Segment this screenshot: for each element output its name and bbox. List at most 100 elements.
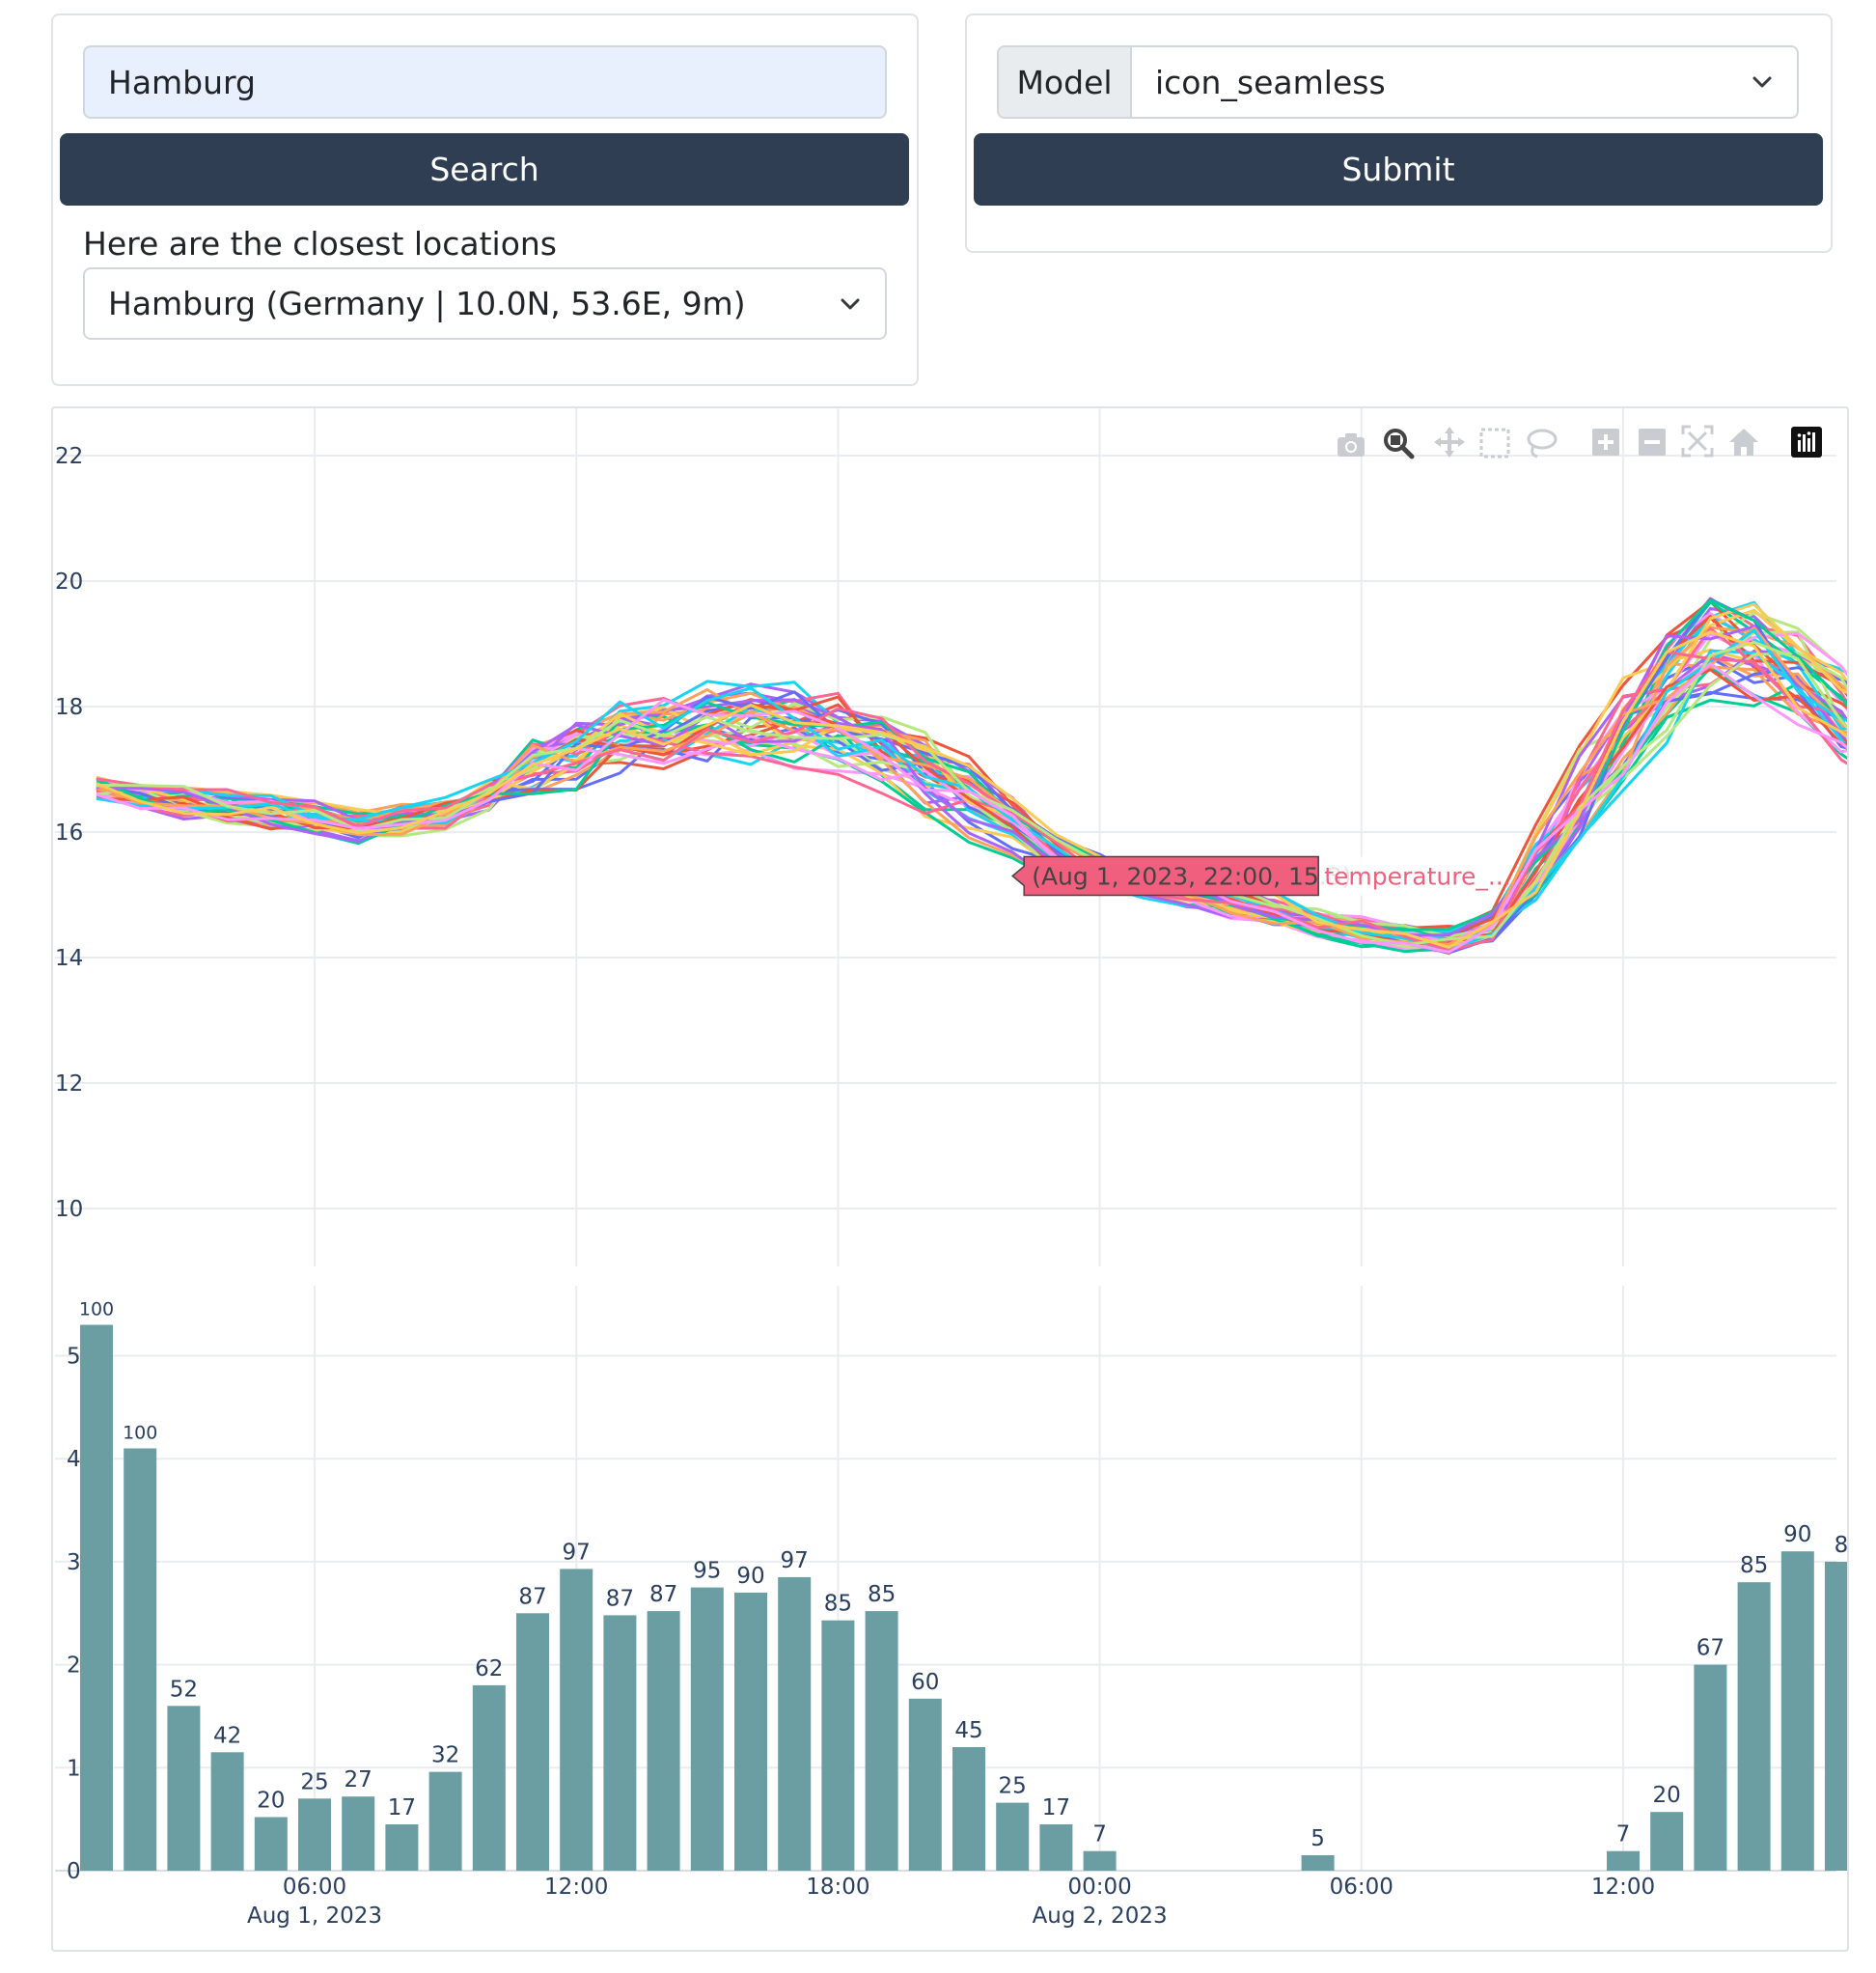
y-tick-label: 16 bbox=[55, 820, 83, 846]
y-tick-label: 0 bbox=[67, 1859, 81, 1884]
precip-bar bbox=[734, 1592, 767, 1871]
ensemble-member-line bbox=[96, 631, 1847, 945]
lasso-select-icon[interactable] bbox=[1527, 429, 1558, 459]
search-input[interactable]: Hamburg bbox=[83, 45, 887, 119]
bar-data-label: 100 bbox=[79, 1299, 114, 1320]
bar-data-label: 87 bbox=[606, 1586, 634, 1611]
forecast-chart[interactable]: 10010052422025 27173262879787 8795 909785 85… bbox=[53, 408, 1847, 1950]
bar-data-label: 32 bbox=[431, 1743, 459, 1768]
bar-data-label: 97 bbox=[781, 1548, 809, 1573]
bar-data-label: 17 bbox=[388, 1795, 416, 1820]
chevron-down-icon bbox=[841, 298, 860, 310]
modebar bbox=[1338, 425, 1822, 459]
model-select-value: icon_seamless bbox=[1155, 63, 1386, 101]
bar-data-label: 45 bbox=[954, 1718, 982, 1743]
ensemble-member-line bbox=[96, 632, 1847, 944]
ensemble-member-line bbox=[96, 628, 1847, 952]
precip-bar bbox=[516, 1613, 549, 1872]
bar-data-label: 17 bbox=[1042, 1795, 1070, 1820]
precip-bar bbox=[560, 1569, 593, 1871]
bar-data-label: 87 bbox=[518, 1584, 546, 1609]
bar-data-label: 52 bbox=[170, 1677, 198, 1702]
precip-bar bbox=[1825, 1561, 1847, 1871]
hover-tooltip-series: temperature_... bbox=[1324, 863, 1510, 891]
x-tick-label: 00:00 bbox=[1067, 1875, 1131, 1900]
y-tick-label: 18 bbox=[55, 695, 83, 720]
x-tick-date: Aug 1, 2023 bbox=[247, 1904, 382, 1929]
bar-data-label: 85 bbox=[1740, 1553, 1768, 1578]
precip-bar bbox=[908, 1698, 942, 1871]
x-tick-label: 18:00 bbox=[806, 1875, 869, 1900]
closest-locations-label: Here are the closest locations bbox=[83, 225, 558, 263]
y-tick-label: 3 bbox=[67, 1550, 81, 1575]
y-tick-label: 10 bbox=[55, 1197, 83, 1222]
bar-data-label: 25 bbox=[300, 1769, 328, 1794]
precip-bar bbox=[603, 1615, 637, 1871]
bar-data-label: 100 bbox=[123, 1423, 157, 1444]
zoom-out-icon[interactable] bbox=[1639, 429, 1666, 456]
bar-data-label: 90 bbox=[1783, 1522, 1811, 1547]
y-tick-label: 20 bbox=[55, 570, 83, 595]
precip-bar bbox=[472, 1684, 506, 1871]
model-select[interactable]: icon_seamless bbox=[1130, 45, 1799, 119]
pan-icon[interactable] bbox=[1434, 427, 1465, 458]
precip-bar bbox=[342, 1796, 375, 1871]
precip-bar bbox=[1301, 1855, 1335, 1871]
precip-bar bbox=[647, 1611, 680, 1871]
y-tick-label: 1 bbox=[67, 1756, 81, 1781]
bar-data-label: 7 bbox=[1616, 1822, 1631, 1848]
precip-bar bbox=[124, 1448, 157, 1871]
axis-labels: 06:00 Aug 1, 2023 12:00 18:00 00:00 Aug 2, 20… bbox=[55, 444, 1655, 1929]
x-tick-date: Aug 2, 2023 bbox=[1033, 1904, 1168, 1929]
precip-bar bbox=[1650, 1812, 1684, 1871]
model-input-group-label: Model bbox=[997, 45, 1132, 119]
search-button[interactable]: Search bbox=[60, 133, 909, 206]
y-tick-label: 2 bbox=[67, 1653, 81, 1679]
precip-bar bbox=[952, 1747, 985, 1871]
y-tick-label: 22 bbox=[55, 444, 83, 469]
bar-data-label: 27 bbox=[345, 1767, 372, 1792]
precip-bar bbox=[996, 1802, 1030, 1871]
x-tick-label: 12:00 bbox=[544, 1875, 608, 1900]
hover-tooltip: (Aug 1, 2023, 22:00, 15.3) temperature_.… bbox=[1011, 855, 1511, 897]
location-select[interactable]: Hamburg (Germany | 10.0N, 53.6E, 9m) bbox=[83, 267, 887, 340]
bar-data-label: 60 bbox=[911, 1670, 939, 1695]
precip-bar bbox=[210, 1752, 244, 1871]
plotly-logo-icon[interactable] bbox=[1791, 427, 1822, 458]
precip-bar bbox=[80, 1324, 113, 1871]
model-label: Model bbox=[1016, 63, 1113, 101]
hover-tooltip-text: (Aug 1, 2023, 22:00, 15.3) bbox=[1032, 863, 1351, 891]
bar-data-label: 85 bbox=[868, 1582, 896, 1607]
precip-bar bbox=[778, 1576, 812, 1871]
precip-bar bbox=[1737, 1582, 1771, 1871]
temperature-ensemble-lines bbox=[96, 597, 1847, 956]
bar-data-label: 95 bbox=[693, 1559, 721, 1584]
precip-bar bbox=[690, 1587, 724, 1871]
bar-data-label: 87 bbox=[649, 1582, 677, 1607]
x-tick-label: 06:00 bbox=[1330, 1875, 1393, 1900]
bar-data-label: 5 bbox=[1310, 1826, 1325, 1851]
precip-bar bbox=[1039, 1824, 1073, 1871]
forecast-chart-card: 100 100 52 42 20 25 27 17 32 62 87 97 87 87 95 90 97 85 85… bbox=[51, 406, 1849, 1952]
precip-bar bbox=[167, 1706, 201, 1871]
location-select-value: Hamburg (Germany | 10.0N, 53.6E, 9m) bbox=[108, 285, 746, 322]
bar-data-label: 42 bbox=[213, 1723, 241, 1748]
precip-bar bbox=[865, 1611, 898, 1871]
search-button-label: Search bbox=[429, 151, 539, 188]
zoom-icon[interactable] bbox=[1384, 429, 1415, 459]
y-tick-label: 12 bbox=[55, 1071, 83, 1097]
box-select-icon[interactable] bbox=[1479, 428, 1510, 459]
bar-data-label: 7 bbox=[1092, 1822, 1107, 1848]
reset-axes-icon[interactable] bbox=[1729, 429, 1758, 456]
bar-data-label: 25 bbox=[999, 1774, 1027, 1799]
zoom-in-icon[interactable] bbox=[1592, 429, 1619, 456]
precip-bar bbox=[428, 1771, 462, 1871]
autoscale-icon[interactable] bbox=[1681, 425, 1714, 458]
bar-data-label: 20 bbox=[257, 1789, 285, 1814]
precip-bar bbox=[1780, 1551, 1814, 1871]
submit-button[interactable]: Submit bbox=[974, 133, 1823, 206]
submit-button-label: Submit bbox=[1341, 151, 1455, 188]
bar-data-label: 97 bbox=[563, 1540, 591, 1565]
bar-data-label: 85 bbox=[824, 1592, 852, 1617]
precip-bar bbox=[1607, 1850, 1640, 1871]
